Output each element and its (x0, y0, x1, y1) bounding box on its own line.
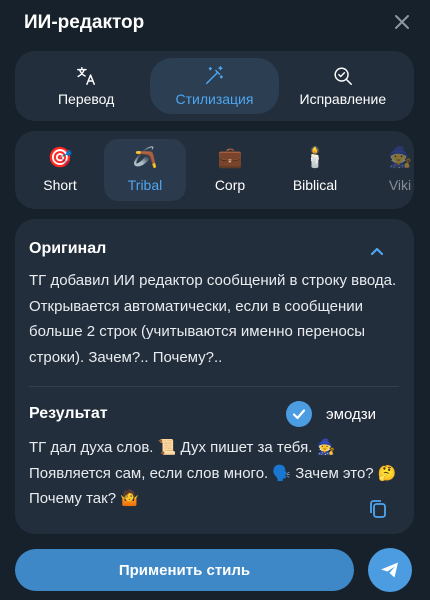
tab-stylize[interactable]: Стилизация (150, 58, 279, 114)
emoji-toggle-label: эмодзи (326, 405, 376, 423)
close-icon[interactable] (392, 12, 412, 32)
emoji-toggle[interactable]: эмодзи (286, 400, 376, 428)
style-tribal[interactable]: 🪃 Tribal (104, 139, 186, 201)
tab-label: Стилизация (175, 91, 254, 107)
style-label: Short (43, 177, 77, 193)
briefcase-icon: 💼 (217, 147, 243, 169)
tab-label: Перевод (57, 91, 115, 107)
divider (29, 386, 399, 387)
target-icon: 🎯 (47, 147, 73, 169)
copy-icon[interactable] (367, 498, 389, 520)
wizard-icon: 🧙 (387, 147, 413, 169)
original-text: ТГ добавил ИИ редактор сообщений в строк… (29, 272, 397, 366)
mode-tabs: Перевод Стилизация Исправление (15, 51, 414, 121)
magic-wand-icon (206, 66, 224, 85)
send-icon (381, 562, 398, 578)
boomerang-icon: 🪃 (132, 147, 158, 169)
style-selector: 🎯 Short 🪃 Tribal 💼 Corp 🕯️ Biblical 🧙 Vi… (15, 131, 414, 209)
style-label: Viki (388, 177, 412, 193)
proofread-icon (334, 67, 352, 85)
candle-icon: 🕯️ (302, 147, 328, 169)
tab-label: Исправление (299, 91, 387, 107)
window-title: ИИ-редактор (24, 12, 145, 33)
checkmark-icon (292, 409, 306, 420)
apply-style-button[interactable]: Применить стиль (15, 549, 354, 591)
text-card: Оригинал ТГ добавил ИИ редактор сообщени… (15, 219, 414, 534)
original-title: Оригинал (29, 240, 107, 257)
chevron-up-icon[interactable] (367, 241, 387, 261)
result-text: ТГ дал духа слов. 📜 Дух пишет за тебя. 🧙… (29, 439, 397, 507)
result-title: Результат (29, 405, 108, 422)
tab-proofread[interactable]: Исправление (279, 58, 407, 114)
style-corp[interactable]: 💼 Corp (189, 139, 271, 201)
style-label: Corp (214, 177, 246, 193)
style-short[interactable]: 🎯 Short (19, 139, 101, 201)
style-biblical[interactable]: 🕯️ Biblical (274, 139, 356, 201)
checkbox[interactable] (286, 401, 312, 427)
style-label: Biblical (292, 177, 338, 193)
header: ИИ-редактор (0, 0, 430, 46)
send-button[interactable] (368, 548, 412, 592)
style-viki[interactable]: 🧙 Viki (359, 139, 414, 201)
tab-translate[interactable]: Перевод (22, 58, 150, 114)
translate-icon (77, 67, 96, 85)
style-label: Tribal (127, 177, 163, 193)
